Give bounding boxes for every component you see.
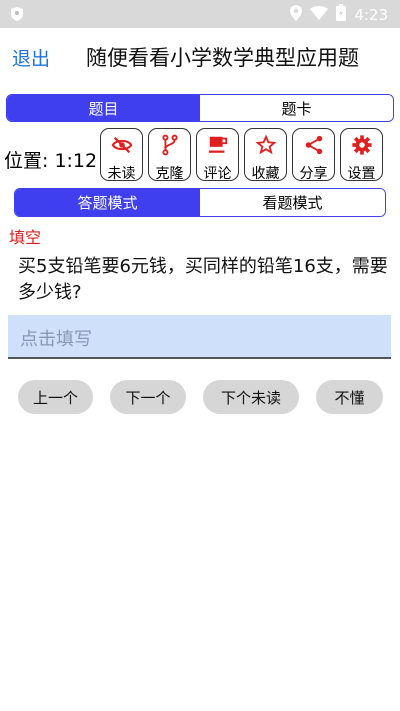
question-text: 买5支铅笔要6元钱，买同样的铅笔16支，需要多少钱? — [18, 256, 388, 303]
share-icon — [303, 134, 325, 160]
answer-input[interactable]: 点击填写 — [8, 315, 391, 359]
battery-icon — [336, 4, 347, 25]
view-tabs: 题目 题卡 — [6, 94, 394, 122]
exit-button[interactable]: 退出 — [12, 44, 50, 71]
mode-tabs: 答题模式 看题模式 — [14, 188, 386, 217]
tab-answer-mode[interactable]: 答题模式 — [15, 189, 200, 216]
status-time: 4:23 — [354, 5, 388, 24]
unread-label: 未读 — [107, 166, 136, 182]
next-button[interactable]: 下一个 — [110, 380, 186, 414]
app-shield-icon — [10, 6, 24, 22]
clone-label: 克隆 — [155, 166, 184, 182]
toolbar: 未读 克隆 评论 收藏 分享 设置 — [100, 128, 383, 182]
app-bar: 退出 随便看看小学数学典型应用题 — [0, 28, 400, 88]
comment-label: 评论 — [203, 166, 232, 182]
tab-view-mode[interactable]: 看题模式 — [200, 189, 385, 216]
eye-off-icon — [111, 134, 133, 160]
status-bar: 4:23 — [0, 0, 400, 28]
position-indicator: 位置: 1:12 — [4, 150, 98, 172]
settings-button[interactable]: 设置 — [340, 128, 383, 182]
tab-card[interactable]: 题卡 — [200, 95, 393, 121]
page-title: 随便看看小学数学典型应用题 — [86, 46, 359, 70]
fork-icon — [159, 134, 181, 160]
gear-icon — [351, 134, 373, 160]
unread-button[interactable]: 未读 — [100, 128, 143, 182]
share-label: 分享 — [299, 166, 328, 182]
location-icon — [290, 4, 303, 25]
star-icon — [254, 134, 277, 160]
tab-question[interactable]: 题目 — [7, 95, 200, 121]
share-button[interactable]: 分享 — [292, 128, 335, 182]
cup-icon — [207, 134, 229, 160]
next-unread-button[interactable]: 下个未读 — [203, 380, 299, 414]
favorite-button[interactable]: 收藏 — [244, 128, 287, 182]
clone-button[interactable]: 克隆 — [148, 128, 191, 182]
question-type: 填空 — [9, 228, 42, 247]
wifi-icon — [310, 5, 329, 24]
settings-label: 设置 — [347, 166, 376, 182]
prev-button[interactable]: 上一个 — [18, 380, 93, 414]
dont-understand-button[interactable]: 不懂 — [316, 380, 383, 414]
comment-button[interactable]: 评论 — [196, 128, 239, 182]
favorite-label: 收藏 — [251, 166, 280, 182]
